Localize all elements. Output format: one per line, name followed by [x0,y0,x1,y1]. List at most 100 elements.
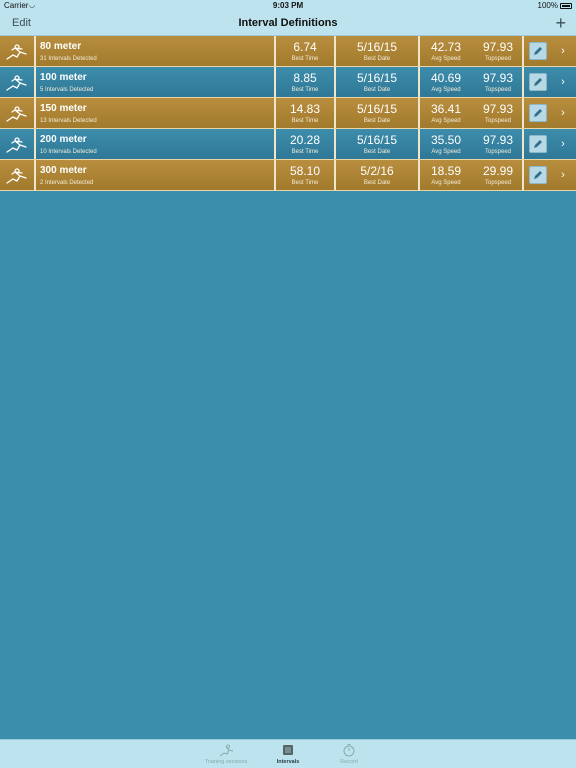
avg-speed-value: 42.73 [430,40,462,54]
best-time-label: Best Time [291,56,319,62]
interval-name-cell: 150 meter 13 Intervals Detected [36,98,276,128]
interval-name-cell: 100 meter 5 Intervals Detected [36,67,276,97]
chevron-right-icon[interactable]: › [552,36,574,66]
interval-row[interactable]: 300 meter 2 Intervals Detected 58.10 Bes… [0,160,576,191]
best-time-value: 58.10 [289,164,321,178]
interval-name-cell: 300 meter 2 Intervals Detected [36,160,276,190]
avg-speed-value: 35.50 [430,133,462,147]
topspeed-label: Topspeed [484,149,512,155]
runner-icon [0,36,36,66]
speed-cell: 18.59 Avg Speed 29.99 Topspeed [420,160,524,190]
chevron-right-icon[interactable]: › [552,129,574,159]
best-date-value: 5/16/15 [356,71,398,85]
interval-row[interactable]: 150 meter 13 Intervals Detected 14.83 Be… [0,98,576,129]
status-bar: Carrier ◡ 9:03 PM 100% [0,0,576,12]
avg-speed-value: 36.41 [430,102,462,116]
edit-cell [524,98,552,128]
avg-speed-label: Avg Speed [431,56,461,62]
chevron-right-icon[interactable]: › [552,67,574,97]
best-date-cell: 5/16/15 Best Date [336,67,420,97]
topspeed-label: Topspeed [484,56,512,62]
best-time-cell: 14.83 Best Time [276,98,336,128]
best-time-label: Best Time [291,149,319,155]
tab-label: Intervals [276,759,300,765]
tab-label: Training sessions [204,759,248,765]
best-date-label: Best Date [363,56,391,62]
best-date-cell: 5/2/16 Best Date [336,160,420,190]
pencil-icon[interactable] [529,104,547,122]
battery-icon [560,3,572,9]
avg-speed-label: Avg Speed [431,180,461,186]
best-time-value: 20.28 [289,133,321,147]
interval-name: 80 meter [40,41,82,52]
intervals-detected: 10 Intervals Detected [40,149,97,155]
speed-cell: 40.69 Avg Speed 97.93 Topspeed [420,67,524,97]
interval-row[interactable]: 80 meter 31 Intervals Detected 6.74 Best… [0,36,576,67]
intervals-detected: 5 Intervals Detected [40,87,94,93]
best-date-label: Best Date [363,118,391,124]
best-time-label: Best Time [291,118,319,124]
interval-name: 300 meter [40,165,87,176]
topspeed-value: 97.93 [482,71,514,85]
best-date-value: 5/2/16 [360,164,394,178]
best-time-cell: 58.10 Best Time [276,160,336,190]
best-time-cell: 20.28 Best Time [276,129,336,159]
intervals-detected: 13 Intervals Detected [40,118,97,124]
edit-cell [524,36,552,66]
edit-cell [524,129,552,159]
tab-training-sessions[interactable]: Training sessions [196,742,256,765]
runner-icon [0,129,36,159]
chevron-right-icon[interactable]: › [552,98,574,128]
avg-speed-label: Avg Speed [431,87,461,93]
interval-row[interactable]: 200 meter 10 Intervals Detected 20.28 Be… [0,129,576,160]
battery-percent: 100% [537,1,558,10]
runner-icon [0,67,36,97]
avg-speed-label: Avg Speed [431,149,461,155]
interval-name-cell: 200 meter 10 Intervals Detected [36,129,276,159]
tab-bar: Training sessions Intervals Record [0,739,576,768]
topspeed-value: 97.93 [482,40,514,54]
pencil-icon[interactable] [529,73,547,91]
topspeed-label: Topspeed [484,118,512,124]
speed-cell: 42.73 Avg Speed 97.93 Topspeed [420,36,524,66]
tab-intervals[interactable]: Intervals [258,742,318,765]
best-date-cell: 5/16/15 Best Date [336,98,420,128]
best-date-value: 5/16/15 [356,133,398,147]
stopwatch-icon [343,744,355,757]
pencil-icon[interactable] [529,135,547,153]
chevron-right-icon[interactable]: › [552,160,574,190]
pencil-icon[interactable] [529,166,547,184]
add-button[interactable]: + [555,12,566,34]
best-date-cell: 5/16/15 Best Date [336,36,420,66]
avg-speed-value: 18.59 [430,164,462,178]
best-time-value: 8.85 [293,71,317,85]
best-date-value: 5/16/15 [356,40,398,54]
topspeed-label: Topspeed [484,87,512,93]
avg-speed-value: 40.69 [430,71,462,85]
runner-icon [219,744,234,757]
intervals-detected: 2 Intervals Detected [40,180,94,186]
interval-name-cell: 80 meter 31 Intervals Detected [36,36,276,66]
speed-cell: 35.50 Avg Speed 97.93 Topspeed [420,129,524,159]
topspeed-label: Topspeed [484,180,512,186]
runner-icon [0,98,36,128]
topspeed-value: 97.93 [482,133,514,147]
best-date-label: Best Date [363,180,391,186]
best-time-label: Best Time [291,87,319,93]
pencil-icon[interactable] [529,42,547,60]
interval-name: 100 meter [40,72,87,83]
interval-row[interactable]: 100 meter 5 Intervals Detected 8.85 Best… [0,67,576,98]
runner-icon [0,160,36,190]
page-title: Interval Definitions [238,17,338,29]
avg-speed-label: Avg Speed [431,118,461,124]
best-time-label: Best Time [291,180,319,186]
best-time-value: 6.74 [293,40,317,54]
intervals-detected: 31 Intervals Detected [40,56,97,62]
best-time-cell: 6.74 Best Time [276,36,336,66]
intervals-icon [283,745,293,755]
edit-cell [524,67,552,97]
best-date-cell: 5/16/15 Best Date [336,129,420,159]
tab-record[interactable]: Record [319,742,379,765]
topspeed-value: 29.99 [482,164,514,178]
interval-name: 200 meter [40,134,87,145]
